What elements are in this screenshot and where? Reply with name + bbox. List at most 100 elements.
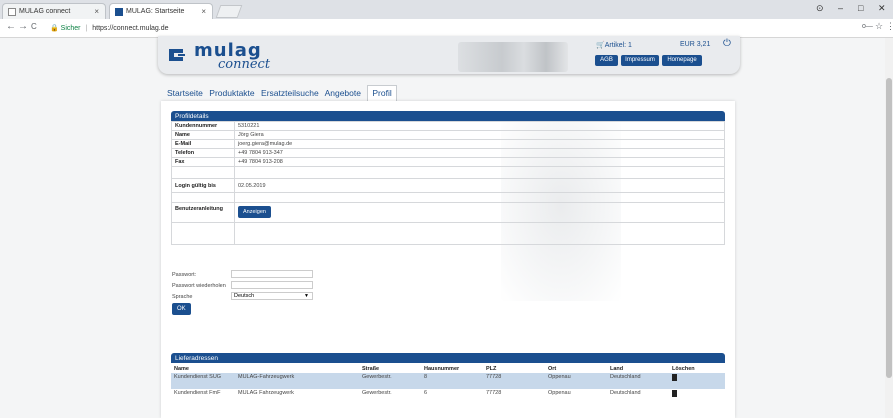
menu-icon[interactable]: ⋮ bbox=[886, 21, 893, 32]
reload-icon[interactable]: C bbox=[31, 22, 37, 31]
minimize-button[interactable]: – bbox=[838, 3, 843, 13]
profile-row: Kundennummer 5310221 bbox=[171, 121, 725, 131]
profile-row: Benutzeranleitung Anzeigen bbox=[171, 202, 725, 223]
profile-row: Name Jörg Giera bbox=[171, 130, 725, 140]
homepage-button[interactable]: Homepage bbox=[662, 55, 702, 66]
page-icon bbox=[8, 8, 16, 16]
addresses-table: Name Straße Hausnummer PLZ Ort Land Lösc… bbox=[171, 365, 725, 405]
profile-panel-header: Profildetails bbox=[171, 111, 725, 121]
profile-key: Fax bbox=[171, 157, 235, 167]
col-name: Name bbox=[174, 366, 189, 372]
browser-tab-strip: MULAG connect × MULAG: Startseite × ⊙ – … bbox=[0, 0, 893, 19]
profile-row: Telefon +49 7804 913-347 bbox=[171, 148, 725, 158]
logout-power-icon[interactable]: ⏻ bbox=[723, 38, 731, 49]
profile-spacer-row bbox=[171, 222, 725, 245]
password-repeat-input[interactable] bbox=[231, 281, 313, 289]
address-separator: | bbox=[85, 25, 88, 32]
col-street: Straße bbox=[362, 366, 380, 372]
secure-label: Sicher bbox=[60, 25, 81, 32]
header-banner-image bbox=[458, 42, 568, 72]
login-valid-label: Login gültig bis bbox=[171, 178, 235, 193]
new-tab-button[interactable] bbox=[215, 5, 243, 18]
content-panel: Profildetails Kundennummer 5310221 Name Jö… bbox=[161, 101, 735, 418]
address-zip: 77728 bbox=[483, 373, 545, 389]
col-company bbox=[235, 365, 359, 373]
address-number: 6 bbox=[424, 390, 428, 396]
table-row[interactable]: Kundendienst FmF MULAG Fahrzeugwerk Gewe… bbox=[171, 389, 725, 405]
address-country: Deutschland bbox=[607, 373, 669, 389]
address-street: Gewerbestr. bbox=[362, 390, 392, 396]
profile-spacer-row bbox=[171, 166, 725, 179]
nav-angebote[interactable]: Angebote bbox=[325, 88, 361, 98]
profile-key: E-Mail bbox=[171, 139, 235, 149]
maximize-button[interactable]: □ bbox=[858, 3, 863, 13]
col-number: Hausnummer bbox=[424, 366, 460, 372]
forward-arrow-icon[interactable]: → bbox=[18, 21, 28, 32]
col-city: Ort bbox=[548, 366, 557, 372]
address-name: Kundendienst FmF bbox=[174, 390, 221, 396]
tab-title: MULAG: Startseite bbox=[126, 8, 185, 15]
mulag-logo-icon bbox=[169, 49, 185, 61]
address-street: Gewerbestr. bbox=[359, 373, 421, 389]
password-input[interactable] bbox=[231, 270, 313, 278]
tab-close-icon[interactable]: × bbox=[94, 7, 99, 16]
back-arrow-icon[interactable]: ← bbox=[6, 21, 16, 32]
nav-produktakte[interactable]: Produktakte bbox=[209, 88, 254, 98]
profile-spacer-row bbox=[171, 192, 725, 203]
profile-table: Kundennummer 5310221 Name Jörg Giera E-Mai… bbox=[171, 121, 725, 245]
cart-count: Artikel: 1 bbox=[604, 42, 632, 49]
col-zip: PLZ bbox=[486, 366, 497, 372]
impressum-button[interactable]: Impressum bbox=[621, 55, 659, 66]
mulag-favicon-icon bbox=[115, 8, 123, 16]
trash-icon[interactable] bbox=[672, 374, 677, 381]
addresses-panel-header: Lieferadressen bbox=[171, 353, 725, 363]
trash-icon[interactable] bbox=[672, 390, 677, 397]
nav-startseite[interactable]: Startseite bbox=[167, 88, 203, 98]
star-icon[interactable]: ☆ bbox=[875, 21, 883, 32]
profile-row: E-Mail joerg.giera@mulag.de bbox=[171, 139, 725, 149]
ok-button[interactable]: OK bbox=[172, 303, 191, 315]
scrollbar-thumb[interactable] bbox=[886, 78, 892, 378]
tab-title: MULAG connect bbox=[19, 8, 71, 15]
main-navigation: Startseite Produktakte Ersatzteilsuche A… bbox=[167, 85, 401, 101]
cart-total: EUR 3,21 bbox=[680, 41, 711, 48]
cart-icon: 🛒 bbox=[596, 42, 605, 49]
profile-value: joerg.giera@mulag.de bbox=[234, 139, 725, 149]
dropdown-arrow-icon: ▼ bbox=[304, 293, 309, 299]
profile-row: Fax +49 7804 913-208 bbox=[171, 157, 725, 167]
password-label: Passwort: bbox=[172, 272, 197, 278]
url-text: https://connect.mulag.de bbox=[92, 25, 169, 32]
logo-subtitle: connect bbox=[218, 57, 271, 72]
address-country: Deutschland bbox=[610, 390, 641, 396]
language-value: Deutsch bbox=[234, 293, 255, 299]
address-city: Oppenau bbox=[548, 390, 571, 396]
addresses-header-row: Name Straße Hausnummer PLZ Ort Land Lösc… bbox=[171, 365, 725, 373]
agb-button[interactable]: AGB bbox=[595, 55, 618, 66]
nav-ersatzteilsuche[interactable]: Ersatzteilsuche bbox=[261, 88, 319, 98]
language-select[interactable]: Deutsch ▼ bbox=[231, 292, 313, 300]
nav-profil[interactable]: Profil bbox=[367, 85, 397, 101]
profile-value: +49 7804 913-208 bbox=[234, 157, 725, 167]
address-company: MULAG Fahrzeugwerk bbox=[238, 390, 294, 396]
address-company: MULAG-Fahrzeugwerk bbox=[235, 373, 359, 389]
address-bar[interactable]: 🔒 Sicher | https://connect.mulag.de bbox=[44, 21, 864, 35]
cart-link[interactable]: 🛒Artikel: 1 bbox=[596, 41, 632, 49]
address-zip: 77728 bbox=[486, 390, 502, 396]
table-row[interactable]: Kundendienst SUG MULAG-Fahrzeugwerk Gewe… bbox=[171, 373, 725, 389]
profile-row: Login gültig bis 02.05.2019 bbox=[171, 178, 725, 193]
tab-close-icon[interactable]: × bbox=[201, 7, 206, 16]
tab-mulag-connect[interactable]: MULAG connect × bbox=[2, 3, 106, 19]
show-manual-button[interactable]: Anzeigen bbox=[238, 206, 271, 218]
profile-key: Kundennummer bbox=[171, 121, 235, 131]
language-label: Sprache bbox=[172, 294, 193, 300]
password-repeat-label: Passwort wiederholen bbox=[172, 283, 226, 289]
key-icon[interactable]: o— bbox=[862, 23, 873, 30]
address-city: Oppenau bbox=[545, 373, 607, 389]
address-name: Kundendienst SUG bbox=[171, 373, 235, 389]
col-delete: Löschen bbox=[672, 366, 695, 372]
scrollbar[interactable] bbox=[885, 38, 893, 418]
manual-label: Benutzeranleitung bbox=[171, 202, 235, 223]
close-window-button[interactable]: ✕ bbox=[878, 3, 886, 14]
tab-mulag-startseite[interactable]: MULAG: Startseite × bbox=[109, 3, 213, 19]
profile-icon[interactable]: ⊙ bbox=[816, 3, 824, 14]
